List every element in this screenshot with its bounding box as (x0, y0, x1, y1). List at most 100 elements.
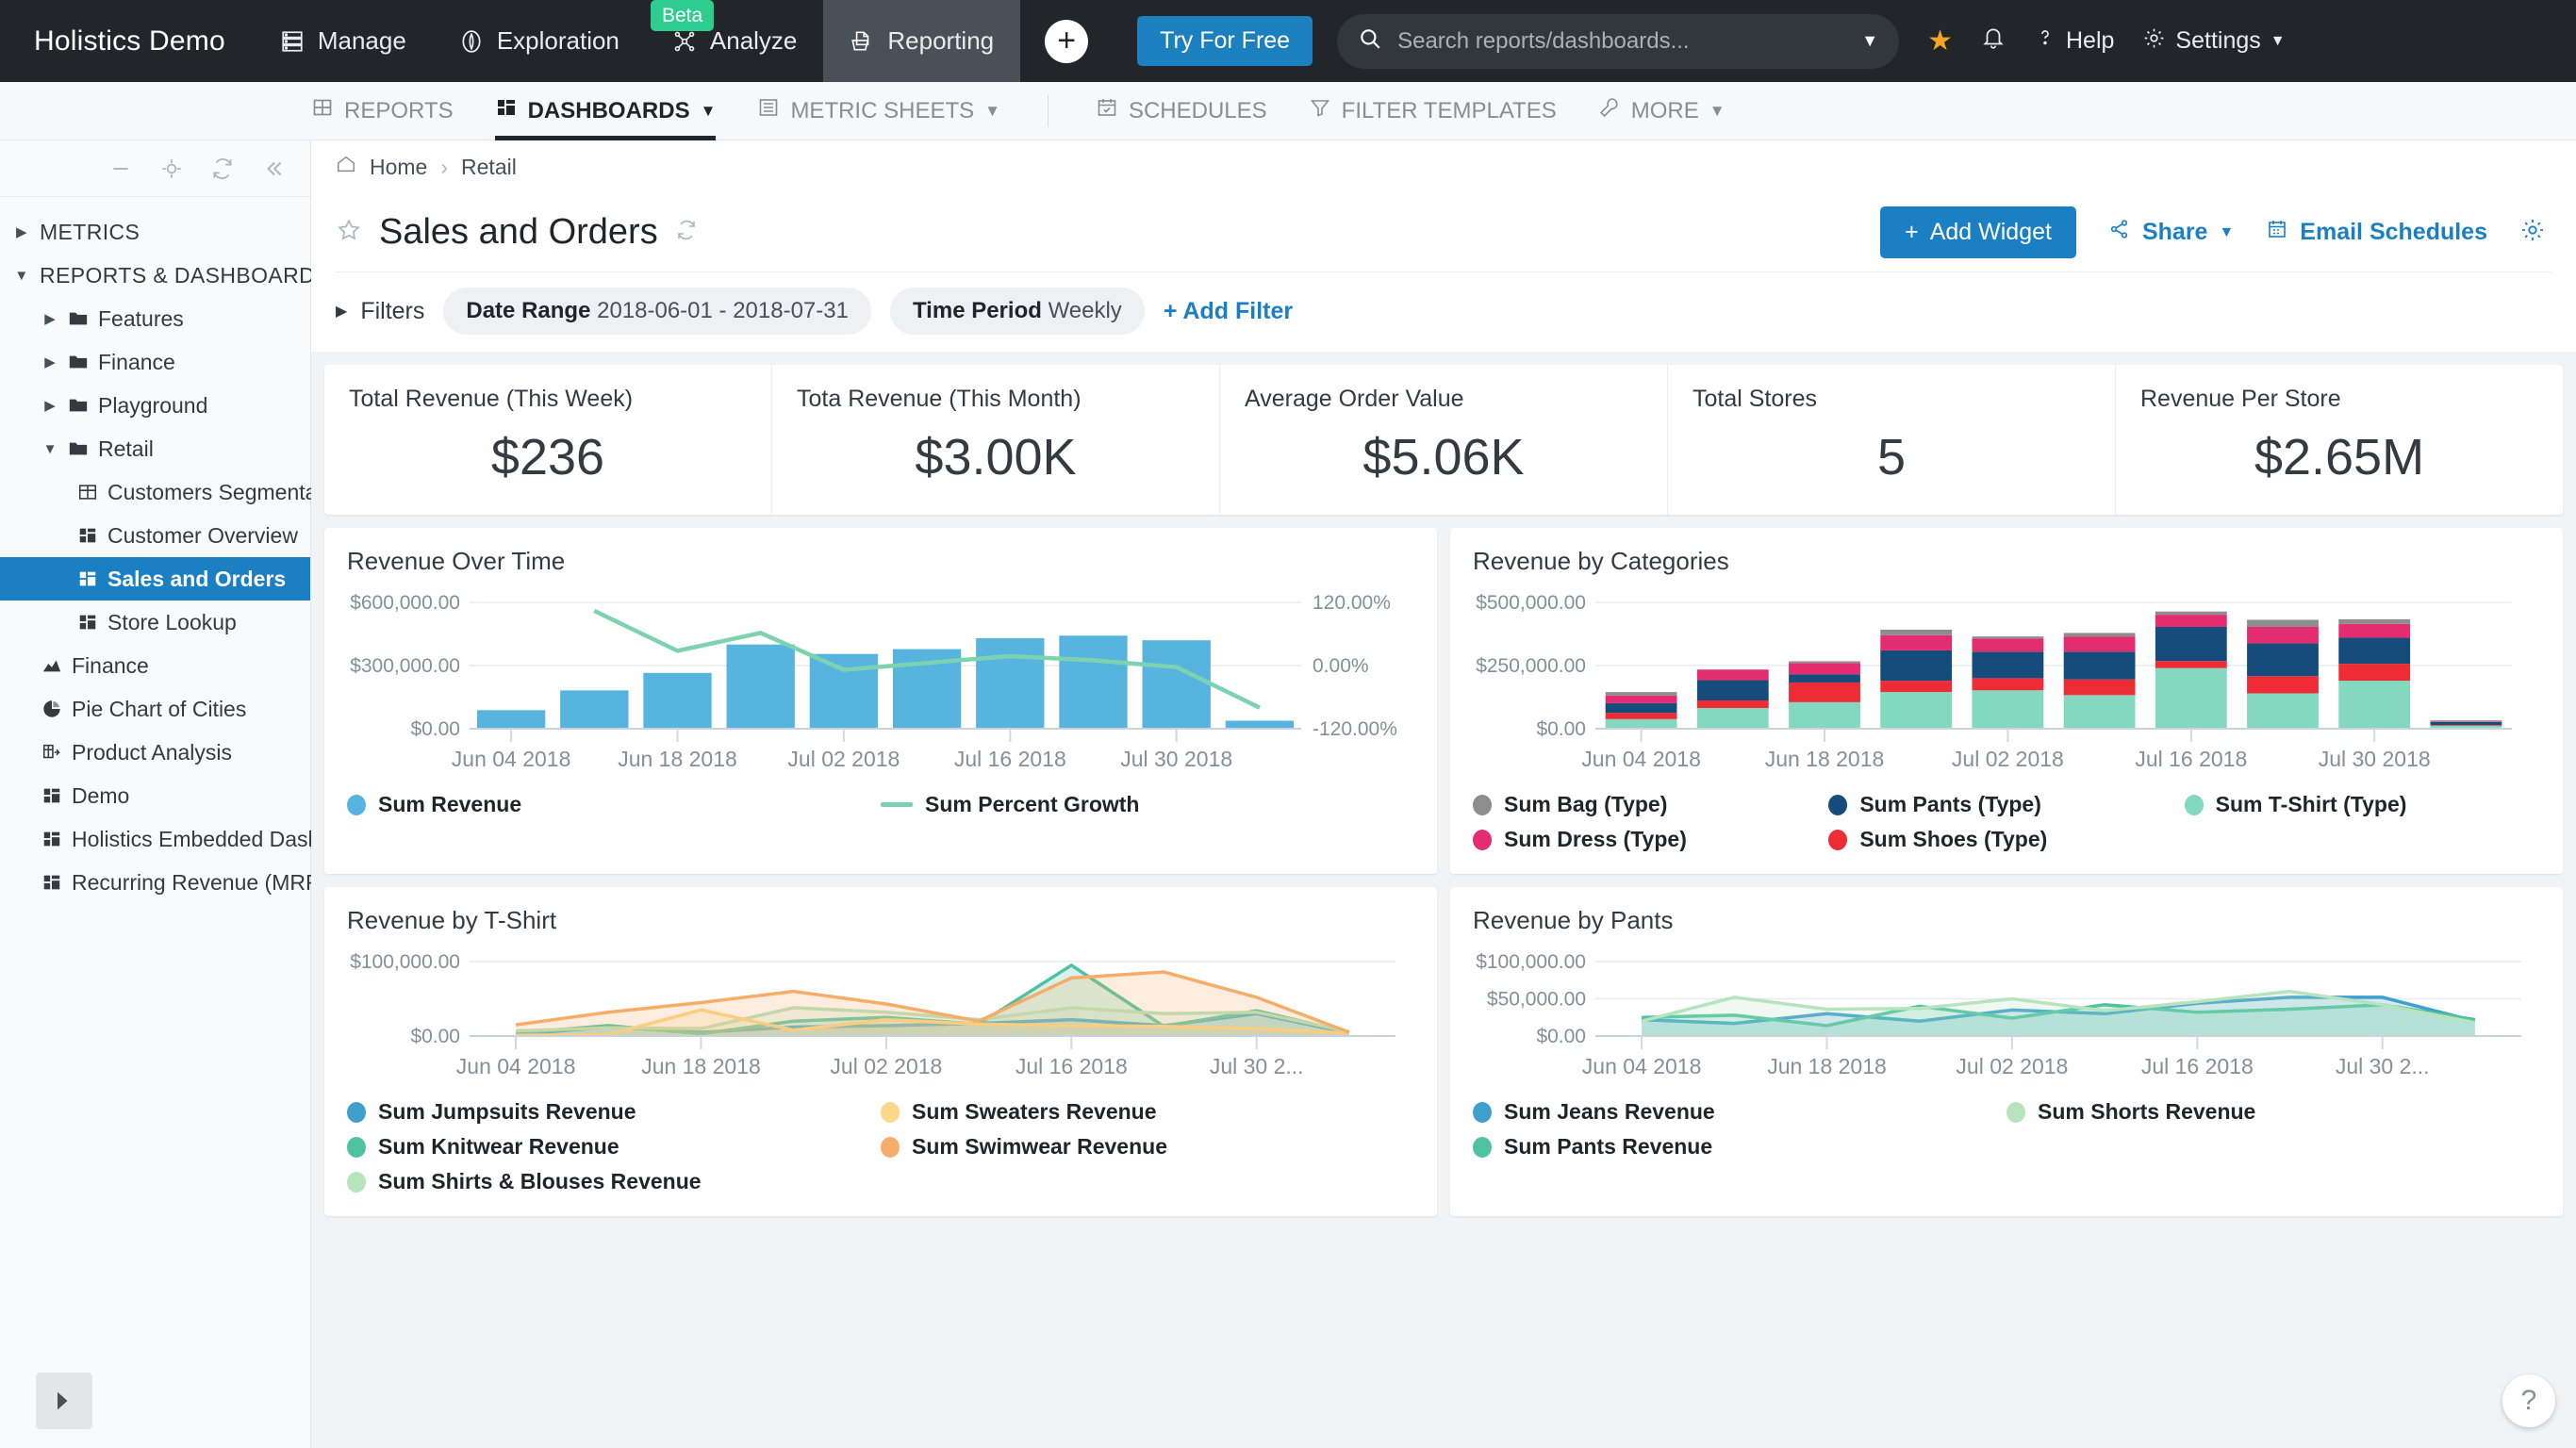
bar[interactable] (643, 673, 711, 729)
bar-segment[interactable] (2155, 668, 2227, 729)
bar-segment[interactable] (1789, 674, 1860, 683)
notifications-button[interactable] (1981, 25, 2006, 57)
search-box[interactable]: Search reports/dashboards... ▼ (1337, 14, 1899, 69)
sidebar-item-reports-dashboards[interactable]: ▼REPORTS & DASHBOARDS (0, 254, 310, 297)
minimize-icon[interactable] (108, 156, 133, 181)
bar-segment[interactable] (2247, 619, 2319, 627)
bar-segment[interactable] (2064, 633, 2136, 636)
bar-segment[interactable] (2155, 612, 2227, 615)
bar-segment[interactable] (1880, 692, 1952, 729)
widget-revenue-by-tshirt[interactable]: Revenue by T-Shirt $0.00$100,000.00Jun 0… (324, 887, 1437, 1216)
kpi-card[interactable]: Average Order Value$5.06K (1220, 365, 1668, 515)
search-input[interactable]: Search reports/dashboards... (1397, 28, 1846, 55)
bar-segment[interactable] (1606, 713, 1677, 719)
bar-segment[interactable] (1972, 638, 2043, 651)
bar-segment[interactable] (1606, 719, 1677, 729)
bar-segment[interactable] (1789, 661, 1860, 663)
bar[interactable] (1226, 721, 1294, 729)
sidebar-item-sales-and-orders[interactable]: Sales and Orders (0, 557, 310, 601)
subnav-item-schedules[interactable]: SCHEDULES (1096, 82, 1267, 140)
bar[interactable] (727, 645, 795, 729)
bar[interactable] (810, 654, 878, 729)
bar-segment[interactable] (1880, 681, 1952, 692)
settings-button[interactable]: Settings ▼ (2142, 26, 2285, 57)
bar[interactable] (976, 638, 1044, 729)
sidebar-item-product-analysis[interactable]: Product Analysis (0, 731, 310, 774)
bar-segment[interactable] (1606, 692, 1677, 696)
filter-chip-date-range[interactable]: Date Range 2018-06-01 - 2018-07-31 (443, 288, 871, 335)
nav-item-manage[interactable]: Manage (254, 0, 433, 82)
kpi-card[interactable]: Total Stores5 (1668, 365, 2116, 515)
subnav-item-dashboards[interactable]: DASHBOARDS ▼ (495, 82, 717, 140)
chevron-down-icon[interactable]: ▼ (1861, 31, 1878, 51)
sidebar-item-demo[interactable]: Demo (0, 774, 310, 817)
bar-segment[interactable] (1606, 696, 1677, 703)
star-outline-icon[interactable] (336, 217, 362, 248)
bar-segment[interactable] (2064, 680, 2136, 696)
app-brand[interactable]: Holistics Demo (0, 25, 254, 58)
widget-revenue-over-time[interactable]: Revenue Over Time $0.00$300,000.00$600,0… (324, 528, 1437, 874)
nav-item-reporting[interactable]: Reporting (823, 0, 1020, 82)
legend-item[interactable]: Sum Swimwear Revenue (881, 1134, 1414, 1160)
subnav-item-metric-sheets[interactable]: METRIC SHEETS ▼ (757, 82, 1000, 140)
sidebar-item-playground[interactable]: ▶Playground (0, 384, 310, 427)
legend-item[interactable]: Sum Pants Revenue (1473, 1134, 2006, 1160)
kpi-card[interactable]: Revenue Per Store$2.65M (2116, 365, 2563, 515)
bar[interactable] (560, 690, 628, 729)
bar-segment[interactable] (2430, 721, 2502, 722)
legend-item[interactable]: Sum Percent Growth (881, 792, 1414, 817)
filters-toggle[interactable]: ▶ Filters (336, 298, 424, 325)
bar-segment[interactable] (2155, 627, 2227, 661)
bar-segment[interactable] (2430, 725, 2502, 726)
bar-segment[interactable] (2338, 624, 2410, 638)
sidebar-item-recurring-revenue-mrr-b2b-saas[interactable]: Recurring Revenue (MRR) - B2B SaaS (0, 861, 310, 904)
bar-segment[interactable] (1789, 663, 1860, 674)
add-filter-button[interactable]: + Add Filter (1164, 298, 1293, 325)
bar-segment[interactable] (1789, 702, 1860, 729)
filter-chip-time-period[interactable]: Time Period Weekly (890, 288, 1145, 335)
email-schedules-button[interactable]: Email Schedules (2266, 218, 2487, 247)
sidebar-item-customer-overview[interactable]: Customer Overview (0, 514, 310, 557)
legend-item[interactable]: Sum Shorts Revenue (2006, 1099, 2540, 1125)
subnav-item-reports[interactable]: REPORTS (311, 82, 454, 140)
kpi-card[interactable]: Total Revenue (This Week)$236 (324, 365, 772, 515)
bar[interactable] (1143, 640, 1211, 729)
bar-segment[interactable] (2430, 722, 2502, 725)
nav-item-analyze[interactable]: Analyze (646, 0, 824, 82)
widget-revenue-by-categories[interactable]: Revenue by Categories $0.00$250,000.00$5… (1450, 528, 2563, 874)
bar-segment[interactable] (1697, 708, 1769, 729)
legend-item[interactable]: Sum Bag (Type) (1473, 792, 1828, 817)
bar-segment[interactable] (2338, 681, 2410, 729)
bar-segment[interactable] (2155, 661, 2227, 668)
sidebar-item-finance[interactable]: ▶Finance (0, 340, 310, 384)
bar-segment[interactable] (2338, 664, 2410, 681)
breadcrumb-home[interactable]: Home (370, 155, 427, 180)
collapse-panel-button[interactable] (36, 1373, 92, 1429)
sidebar-item-holistics-embedded-dashboard[interactable]: Holistics Embedded Dashboard (0, 817, 310, 861)
bar-segment[interactable] (1789, 683, 1860, 702)
chevron-down-icon[interactable]: ▼ (13, 268, 30, 284)
favorites-button[interactable]: ★ (1927, 25, 1953, 58)
widget-revenue-by-pants[interactable]: Revenue by Pants $0.00$50,000.00$100,000… (1450, 887, 2563, 1216)
bar-segment[interactable] (2155, 615, 2227, 627)
bar-segment[interactable] (2247, 643, 2319, 676)
bar-segment[interactable] (1972, 678, 2043, 690)
sidebar-item-features[interactable]: ▶Features (0, 297, 310, 340)
chart-revenue-by-pants[interactable]: $0.00$50,000.00$100,000.00Jun 04 2018Jun… (1473, 948, 2540, 1085)
bar-segment[interactable] (1880, 630, 1952, 635)
chart-revenue-by-tshirt[interactable]: $0.00$100,000.00Jun 04 2018Jun 18 2018Ju… (347, 948, 1414, 1085)
add-new-button[interactable]: + (1045, 20, 1088, 63)
legend-item[interactable]: Sum Shoes (Type) (1828, 827, 2184, 852)
subnav-item-more[interactable]: MORE ▼ (1598, 82, 1726, 140)
bar-segment[interactable] (1972, 636, 2043, 638)
chevron-right-icon[interactable]: ▶ (13, 223, 30, 240)
chevron-right-icon[interactable]: ▶ (41, 310, 58, 327)
collapse-icon[interactable] (261, 156, 286, 181)
bar-segment[interactable] (2338, 638, 2410, 665)
chart-revenue-over-time[interactable]: $0.00$300,000.00$600,000.00120.00%0.00%-… (347, 589, 1414, 778)
legend-item[interactable]: Sum T-Shirt (Type) (2185, 792, 2540, 817)
legend-item[interactable]: Sum Dress (Type) (1473, 827, 1828, 852)
bar-segment[interactable] (1697, 669, 1769, 680)
help-fab-button[interactable]: ? (2502, 1374, 2555, 1427)
refresh-icon[interactable] (675, 219, 698, 246)
